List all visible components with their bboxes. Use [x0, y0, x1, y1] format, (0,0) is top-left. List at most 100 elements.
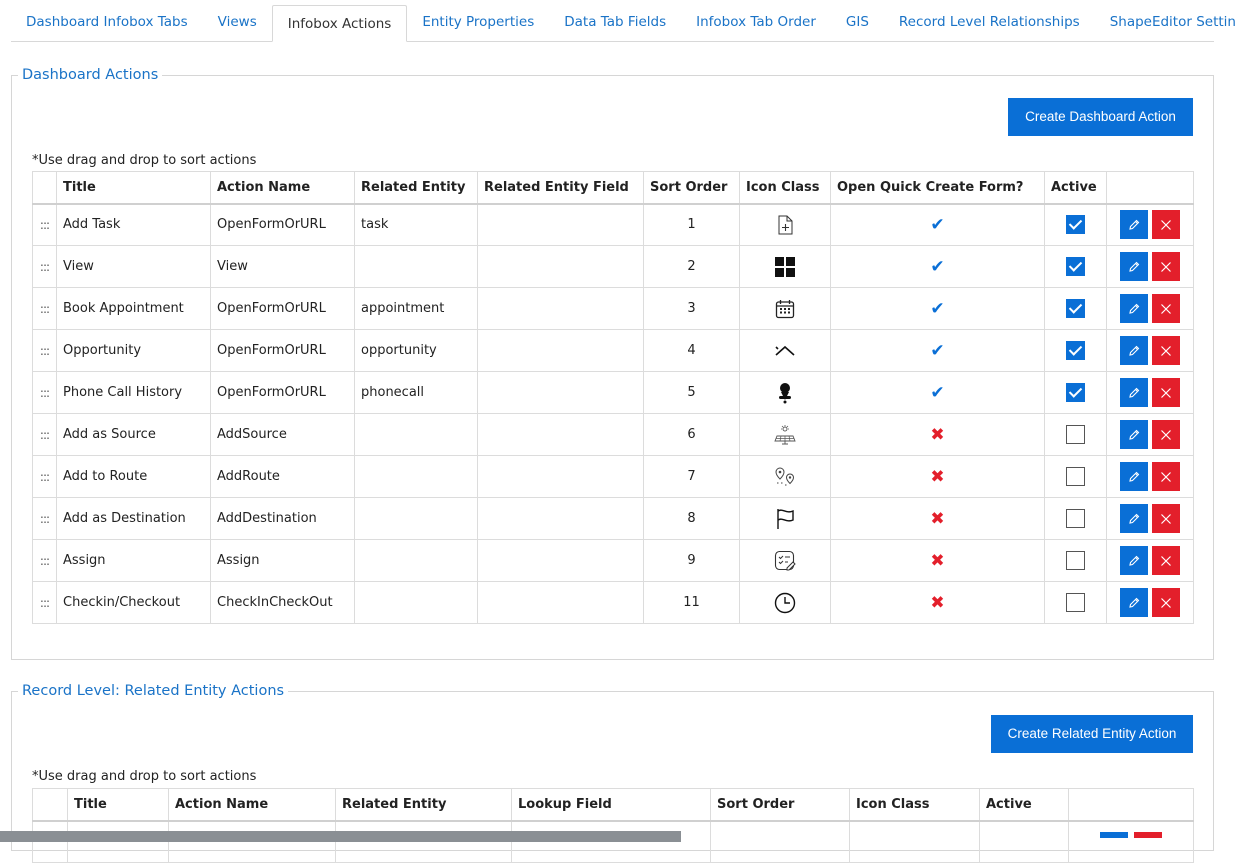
row-actions — [1120, 378, 1180, 407]
icon-class-cell — [739, 203, 831, 246]
row-actions — [1120, 588, 1180, 617]
delete-button[interactable] — [1152, 546, 1180, 575]
active-checkbox[interactable] — [1066, 467, 1085, 486]
edit-button[interactable] — [1120, 546, 1148, 575]
drag-handle[interactable]: ::: — [32, 245, 57, 288]
active-checkbox[interactable] — [1066, 383, 1085, 402]
related-entity-field-cell — [477, 371, 644, 414]
action-name-cell: CheckInCheckOut — [210, 581, 355, 624]
cross-icon: ✖ — [930, 466, 945, 487]
related-actions-table: Title Action Name Related Entity Lookup Fie… — [32, 788, 1194, 863]
column-header — [1106, 171, 1194, 204]
delete-button[interactable] — [1152, 420, 1180, 449]
column-header: Action Name — [210, 171, 355, 204]
drag-handle[interactable]: ::: — [32, 287, 57, 330]
delete-button[interactable] — [1152, 588, 1180, 617]
create-dashboard-action-button[interactable]: Create Dashboard Action — [1008, 98, 1193, 136]
active-checkbox[interactable] — [1066, 341, 1085, 360]
edit-button[interactable] — [1120, 588, 1148, 617]
delete-button[interactable] — [1152, 378, 1180, 407]
edit-button[interactable] — [1120, 210, 1148, 240]
tab-dashboard-infobox-tabs[interactable]: Dashboard Infobox Tabs — [11, 4, 203, 41]
sort-order-cell: 4 — [643, 329, 740, 372]
table-row[interactable]: ::: Add as Source AddSource 6 ✖ — [32, 413, 1194, 456]
icon-class-cell — [739, 497, 831, 540]
close-icon — [1161, 261, 1171, 272]
delete-button[interactable] — [1152, 462, 1180, 491]
drag-handle[interactable]: ::: — [32, 329, 57, 372]
drag-handle[interactable]: ::: — [32, 203, 57, 246]
tab-infobox-tab-order[interactable]: Infobox Tab Order — [681, 4, 831, 41]
row-actions — [1120, 210, 1180, 240]
delete-button[interactable] — [1152, 504, 1180, 533]
title-cell: Phone Call History — [56, 371, 211, 414]
related-entity-field-cell — [477, 539, 644, 582]
delete-button[interactable] — [1152, 210, 1180, 240]
pin-icon — [777, 382, 793, 403]
edit-button[interactable] — [1120, 294, 1148, 323]
active-checkbox[interactable] — [1066, 299, 1085, 318]
edit-button[interactable] — [1120, 252, 1148, 281]
tab-record-level-relationships[interactable]: Record Level Relationships — [884, 4, 1095, 41]
drag-handle[interactable]: ::: — [32, 497, 57, 540]
drag-handle[interactable]: ::: — [32, 455, 57, 498]
sort-order-cell: 1 — [643, 203, 740, 246]
table-row[interactable]: ::: Assign Assign 9 ✖ — [32, 539, 1194, 582]
related-entity-cell — [354, 413, 478, 456]
column-header: Lookup Field — [511, 788, 711, 821]
edit-button[interactable] — [1120, 504, 1148, 533]
row-actions-cell — [1106, 413, 1194, 456]
active-cell — [1044, 539, 1107, 582]
row-actions — [1120, 336, 1180, 365]
action-name-cell: OpenFormOrURL — [210, 371, 355, 414]
tab-data-tab-fields[interactable]: Data Tab Fields — [549, 4, 681, 41]
tab-shapeeditor-settings[interactable]: ShapeEditor Settings — [1095, 4, 1236, 41]
horizontal-scrollbar[interactable] — [0, 831, 681, 842]
table-row[interactable]: ::: Add to Route AddRoute 7 ✖ — [32, 455, 1194, 498]
delete-button[interactable] — [1152, 294, 1180, 323]
close-icon — [1161, 345, 1171, 356]
edit-button[interactable] — [1120, 336, 1148, 365]
quick-create-cell: ✔ — [830, 287, 1045, 330]
active-checkbox[interactable] — [1066, 257, 1085, 276]
tab-views[interactable]: Views — [203, 4, 272, 41]
delete-button[interactable] — [1152, 252, 1180, 281]
related-sort-hint: *Use drag and drop to sort actions — [32, 769, 257, 784]
cross-icon: ✖ — [930, 550, 945, 571]
delete-button[interactable] — [1134, 832, 1163, 838]
active-cell — [1044, 371, 1107, 414]
delete-button[interactable] — [1152, 336, 1180, 365]
column-header — [1068, 788, 1194, 821]
edit-button[interactable] — [1120, 462, 1148, 491]
clock-icon — [774, 592, 796, 613]
table-row[interactable]: ::: Add Task OpenFormOrURL task 1 ✔ — [32, 203, 1194, 246]
create-related-entity-action-button[interactable]: Create Related Entity Action — [991, 715, 1193, 753]
table-row[interactable]: ::: View View 2 ✔ — [32, 245, 1194, 288]
flag-icon — [775, 508, 795, 529]
table-row[interactable]: ::: Phone Call History OpenFormOrURL phonec… — [32, 371, 1194, 414]
sort-order-cell: 5 — [643, 371, 740, 414]
active-checkbox[interactable] — [1066, 425, 1085, 444]
pencil-icon — [1129, 471, 1140, 482]
drag-handle[interactable]: ::: — [32, 581, 57, 624]
icon-class-cell — [739, 455, 831, 498]
tab-entity-properties[interactable]: Entity Properties — [407, 4, 549, 41]
table-row[interactable]: ::: Checkin/Checkout CheckInCheckOut 11 ✖ — [32, 581, 1194, 624]
drag-handle[interactable]: ::: — [32, 539, 57, 582]
active-checkbox[interactable] — [1066, 551, 1085, 570]
related-entity-field-cell — [477, 497, 644, 540]
table-row[interactable]: ::: Opportunity OpenFormOrURL opportunity 4 ✔ — [32, 329, 1194, 372]
table-row[interactable]: ::: Add as Destination AddDestination 8 ✖ — [32, 497, 1194, 540]
tab-infobox-actions[interactable]: Infobox Actions — [271, 5, 408, 42]
active-checkbox[interactable] — [1066, 509, 1085, 528]
edit-button[interactable] — [1100, 832, 1128, 838]
edit-button[interactable] — [1120, 420, 1148, 449]
table-row[interactable]: ::: Book Appointment OpenFormOrURL appointm… — [32, 287, 1194, 330]
active-checkbox[interactable] — [1066, 215, 1085, 235]
edit-button[interactable] — [1120, 378, 1148, 407]
row-actions — [1120, 504, 1180, 533]
drag-handle[interactable]: ::: — [32, 371, 57, 414]
active-checkbox[interactable] — [1066, 593, 1085, 612]
drag-handle[interactable]: ::: — [32, 413, 57, 456]
tab-gis[interactable]: GIS — [831, 4, 884, 41]
